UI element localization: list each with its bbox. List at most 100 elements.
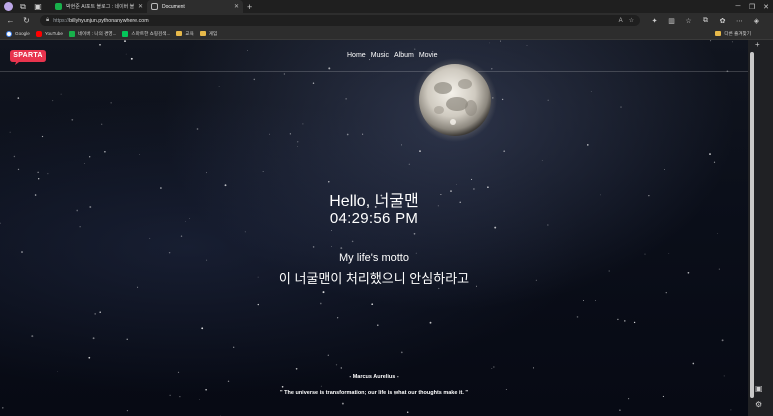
bookmark-smartstore[interactable]: 스마트한 쇼핑검색... xyxy=(122,30,171,37)
split-screen-icon[interactable]: ▥ xyxy=(663,17,680,25)
star xyxy=(83,163,85,164)
nav-home[interactable]: Home xyxy=(347,52,366,59)
back-icon[interactable]: ← xyxy=(5,16,16,25)
refresh-icon[interactable]: ↻ xyxy=(21,16,32,25)
star xyxy=(709,153,711,156)
toolbar-icons: ✦ ▥ ☆ ⧉ ✿ ⋯ ◈ xyxy=(646,17,765,25)
naver-icon xyxy=(68,30,75,37)
greeting-title: Hello, 너굴맨 xyxy=(329,193,419,210)
add-sidebar-icon[interactable]: + xyxy=(755,40,760,49)
url-domain: billyhyunjun.pythonanywhere.com xyxy=(69,17,149,24)
edge-sidebar-icon[interactable]: ◈ xyxy=(748,17,765,25)
star xyxy=(419,150,421,152)
close-window-icon[interactable]: ✕ xyxy=(759,3,773,11)
star xyxy=(201,327,204,330)
star xyxy=(327,354,329,356)
favorites-icon[interactable]: ☆ xyxy=(680,17,697,25)
settings-icon[interactable]: ⚙ xyxy=(755,400,762,409)
star xyxy=(179,396,181,398)
star xyxy=(126,409,129,412)
star xyxy=(31,335,34,338)
star xyxy=(526,45,528,46)
star xyxy=(224,184,227,187)
scrollbar-thumb[interactable] xyxy=(750,52,754,398)
star xyxy=(547,99,549,101)
star xyxy=(125,53,127,55)
bookmark-youtube[interactable]: YouTube xyxy=(35,30,63,37)
star xyxy=(429,321,432,324)
bookmark-naver[interactable]: 네이버 : 나의 경영... xyxy=(68,30,116,37)
star xyxy=(340,367,343,369)
star xyxy=(244,231,246,233)
star xyxy=(57,370,59,372)
star xyxy=(246,49,248,51)
nav-divider xyxy=(0,71,748,72)
star xyxy=(124,40,126,42)
star xyxy=(617,318,619,321)
sparta-logo[interactable]: SPARTA xyxy=(9,49,47,65)
restore-icon[interactable]: ❐ xyxy=(745,3,759,11)
star xyxy=(541,159,543,161)
other-bookmarks[interactable]: 다른 즐겨찾기 xyxy=(715,31,751,37)
sidebar-layout-icon[interactable]: ▣ xyxy=(755,384,763,393)
profile-avatar[interactable] xyxy=(4,2,13,11)
close-tab-icon[interactable]: ✕ xyxy=(234,3,239,10)
star xyxy=(149,237,151,239)
star xyxy=(205,172,208,174)
copilot-icon[interactable]: ✿ xyxy=(714,17,731,25)
star xyxy=(731,41,733,43)
tab-blog[interactable]: 박현준 AI포트 블로그 : 네이버 블 ✕ xyxy=(51,0,147,13)
bookmarks-bar: Google YouTube 네이버 : 나의 경영... 스마트한 쇼핑검색.… xyxy=(0,28,773,40)
nav-album[interactable]: Album xyxy=(394,52,414,59)
quote-text: " The universe is transformation; our li… xyxy=(280,390,468,396)
star xyxy=(196,128,199,130)
bookmark-label: Google xyxy=(15,31,30,36)
new-tab-button[interactable]: + xyxy=(247,2,252,12)
motto-heading: My life's motto xyxy=(339,252,409,264)
star xyxy=(471,178,473,180)
folder-icon xyxy=(176,31,183,36)
star xyxy=(664,169,665,170)
star xyxy=(295,367,298,370)
star xyxy=(331,230,332,231)
favorite-star-icon[interactable]: ☆ xyxy=(629,17,634,24)
bookmark-label: YouTube xyxy=(44,31,63,36)
folder-icon xyxy=(715,31,722,36)
star xyxy=(312,246,315,248)
bookmark-folder-games[interactable]: 게임 xyxy=(199,31,217,37)
star xyxy=(328,67,331,70)
extensions-icon[interactable]: ✦ xyxy=(646,17,663,25)
minimize-icon[interactable]: ─ xyxy=(731,3,745,10)
bookmark-folder-education[interactable]: 교육 xyxy=(176,31,194,37)
star xyxy=(345,98,347,100)
star xyxy=(257,303,259,306)
star xyxy=(400,351,403,354)
bookmark-google[interactable]: Google xyxy=(6,30,30,37)
close-tab-icon[interactable]: ✕ xyxy=(138,3,143,10)
star xyxy=(500,40,501,42)
star xyxy=(377,324,379,326)
star xyxy=(89,156,91,158)
read-aloud-icon[interactable]: A xyxy=(619,18,623,24)
star xyxy=(730,409,732,411)
star xyxy=(297,146,298,147)
page-scrollbar[interactable] xyxy=(750,44,754,410)
star xyxy=(71,118,74,121)
star xyxy=(583,300,584,302)
address-bar[interactable]: 🔒︎ https:// billyhyunjun.pythonanywhere.… xyxy=(40,15,640,26)
bookmark-label: 스마트한 쇼핑검색... xyxy=(131,30,171,36)
workspaces-icon[interactable]: ⧉ xyxy=(18,2,28,12)
lock-icon[interactable]: 🔒︎ xyxy=(46,17,49,24)
star xyxy=(322,291,325,294)
tab-document[interactable]: Document ✕ xyxy=(147,0,243,13)
moon-image xyxy=(413,58,497,142)
tab-actions-icon[interactable]: ▣ xyxy=(33,2,43,12)
page-viewport: SPARTA Home Music Album Movie Hello, 너굴맨… xyxy=(0,40,748,416)
more-icon[interactable]: ⋯ xyxy=(731,17,748,25)
star xyxy=(9,131,11,133)
nav-music[interactable]: Music xyxy=(371,52,389,59)
collections-icon[interactable]: ⧉ xyxy=(697,17,714,25)
star xyxy=(139,153,140,155)
star xyxy=(493,366,495,368)
star xyxy=(126,338,128,340)
